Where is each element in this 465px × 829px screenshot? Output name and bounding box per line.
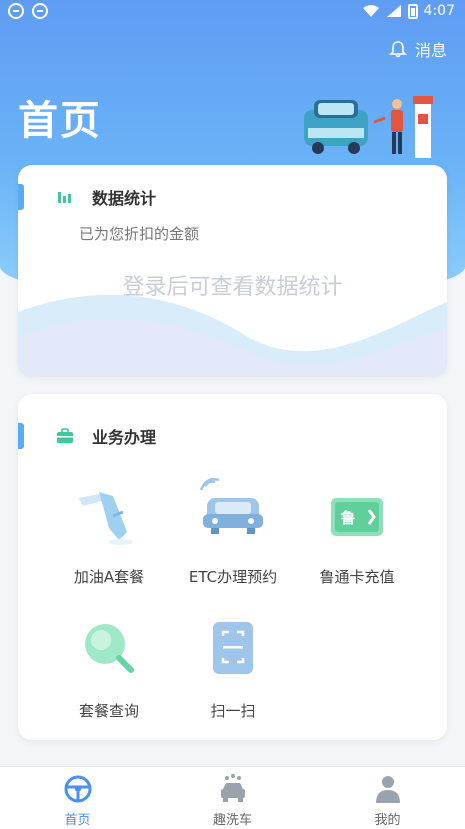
tab-label: 趣洗车 — [212, 813, 252, 828]
stats-subtitle: 已为您折扣的金额 — [79, 225, 200, 243]
page-title: 首页 — [18, 98, 102, 144]
service-fuel-package[interactable]: 加油A套餐 — [39, 476, 179, 587]
card-badge-text: 鲁 — [340, 509, 355, 527]
stats-card[interactable]: 数据统计 已为您折扣的金额 登录后可查看数据统计 — [18, 165, 447, 377]
tab-car-wash[interactable]: 趣洗车 — [155, 773, 310, 828]
service-label: 套餐查询 — [78, 702, 139, 720]
wave-decoration — [18, 294, 447, 377]
service-label: 加油A套餐 — [73, 568, 145, 586]
service-card-recharge[interactable]: 鲁 鲁通卡充值 — [287, 476, 427, 587]
scan-icon — [213, 622, 253, 674]
service-etc-appointment[interactable]: ETC办理预约 — [163, 476, 303, 587]
section-marker — [18, 423, 24, 449]
tab-home[interactable]: 首页 — [0, 773, 155, 828]
section-marker — [18, 184, 24, 210]
business-card: 业务办理 加油A套餐 ETC办理预约 鲁 鲁通卡充值 套餐查询 扫一扫 — [18, 394, 447, 740]
signal-icon — [386, 5, 401, 17]
bottom-tab-bar: 首页 趣洗车 我的 — [0, 766, 465, 829]
messages-button[interactable]: 消息 — [389, 37, 447, 61]
etc-car-icon — [199, 477, 263, 534]
briefcase-icon — [57, 428, 73, 443]
sync-icon — [8, 3, 24, 19]
service-label: ETC办理预约 — [188, 568, 278, 586]
tab-label: 首页 — [64, 813, 91, 828]
tab-profile[interactable]: 我的 — [310, 773, 465, 828]
business-title: 业务办理 — [92, 428, 157, 447]
service-scan[interactable]: 扫一扫 — [163, 610, 303, 721]
service-label: 鲁通卡充值 — [319, 568, 395, 586]
gas-station-illustration — [304, 96, 433, 158]
battery-icon — [407, 3, 418, 19]
wifi-icon — [362, 5, 379, 17]
magnifier-icon — [85, 624, 134, 673]
steering-wheel-icon — [64, 775, 91, 803]
stats-title: 数据统计 — [92, 189, 157, 208]
car-wash-icon — [220, 774, 245, 802]
card-recharge-icon: 鲁 — [331, 498, 383, 536]
fuel-nozzle-icon — [79, 492, 133, 545]
bell-icon — [389, 41, 407, 58]
bar-chart-icon — [58, 192, 71, 203]
clock: 4:07 — [423, 3, 455, 19]
service-package-query[interactable]: 套餐查询 — [39, 610, 179, 721]
messages-label: 消息 — [414, 41, 447, 60]
service-label: 扫一扫 — [210, 702, 256, 720]
status-bar: 4:07 — [0, 0, 465, 24]
person-icon — [375, 776, 400, 803]
tab-label: 我的 — [374, 813, 401, 828]
sync-icon — [32, 3, 48, 19]
